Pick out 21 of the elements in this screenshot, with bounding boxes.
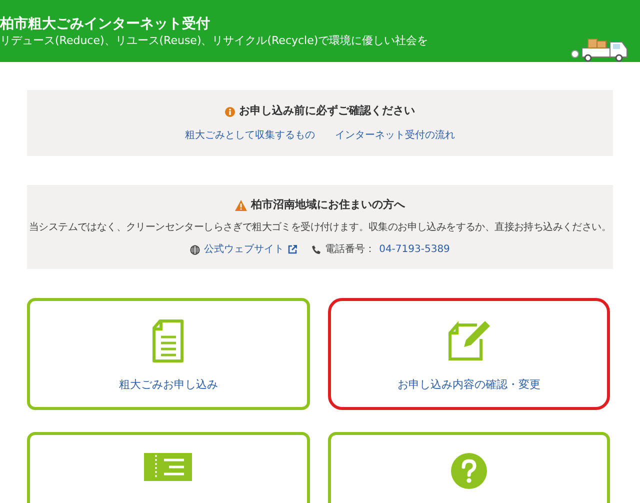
phone-label: 電話番号： [325,242,376,258]
truck-icon [570,36,630,62]
phone-icon [311,244,322,255]
menu-card[interactable]: 粗大ごみお申し込み [27,298,310,410]
website-link[interactable]: 公式ウェブサイト [204,242,284,258]
phone-link[interactable]: 04-7193-5389 [379,242,450,258]
site-tagline: リデュース(Reduce)、リユース(Reuse)、リサイクル(Recycle)で環境に優しい社会を [0,34,430,46]
info-icon [225,106,235,116]
info-link[interactable]: インターネット受付の流れ [335,128,455,143]
globe-icon [190,244,200,255]
warning-icon [235,200,247,210]
help-icon [450,453,487,489]
notice-heading: お申し込み前に必ずご確認ください [239,103,415,120]
external-link-icon [288,245,298,254]
ticket-icon [144,453,192,481]
notice-heading: 柏市沼南地域にお住まいの方へ [251,196,405,213]
menu-card[interactable]: お申し込み内容の確認・変更 [328,298,610,410]
notice-text: 当システムではなく、クリーンセンターしらさぎで粗大ゴミを受け付けます。収集のお申し込みをするか、直接お持ち込みください。 [28,220,611,236]
document-icon [151,319,186,363]
info-link[interactable]: 粗大ごみとして収集するもの [185,128,315,143]
edit-icon [446,319,491,363]
